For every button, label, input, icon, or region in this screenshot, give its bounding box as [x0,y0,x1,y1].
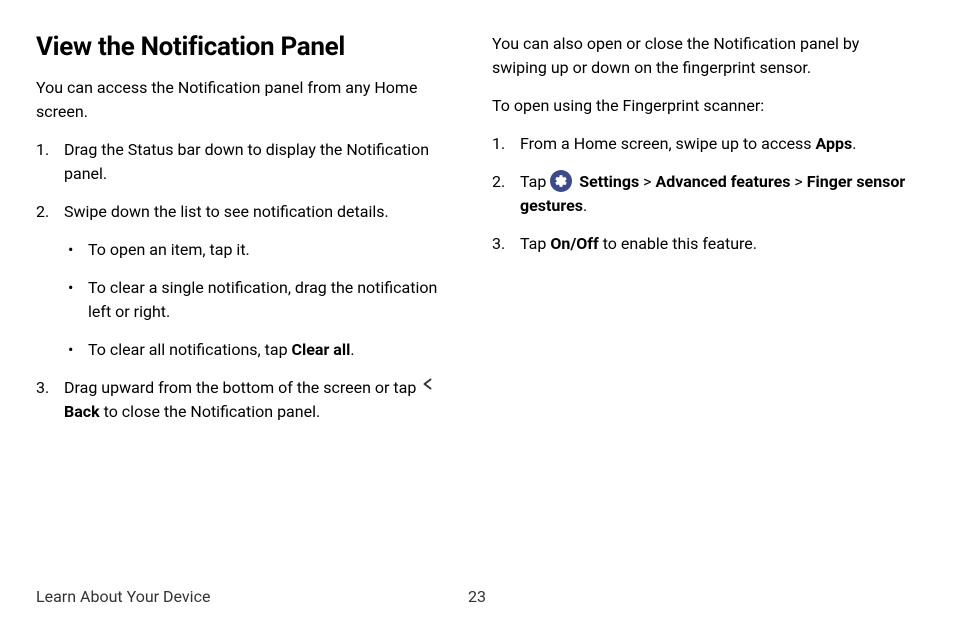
r-step-3-prefix: Tap [520,234,550,253]
bullet-clear-all-prefix: To clear all notifications, tap [88,340,292,359]
apps-label: Apps [816,134,853,153]
right-column: You can also open or close the Notificat… [492,32,918,438]
r-step-2: Tap Settings > Advanced features > Finge… [492,170,918,218]
right-subintro: To open using the Fingerprint scanner: [492,94,918,118]
bullet-clear-all: To clear all notifications, tap Clear al… [64,338,462,362]
right-intro: You can also open or close the Notificat… [492,32,918,80]
step-2-text: Swipe down the list to see notification … [64,202,389,221]
step-3-prefix: Drag upward from the bottom of the scree… [64,378,420,397]
page-heading: View the Notification Panel [36,32,462,62]
clear-all-label: Clear all [292,340,351,359]
settings-icon [550,170,572,192]
back-icon [420,375,438,400]
separator-2: > [790,172,806,191]
r-step-2-suffix: . [583,196,587,215]
r-step-3-suffix: to enable this feature. [599,234,757,253]
on-off-label: On/Off [550,234,598,253]
footer-section-title: Learn About Your Device [36,587,210,606]
back-label: Back [64,402,100,421]
footer-page-number: 23 [468,587,486,606]
bullet-clear-all-suffix: . [350,340,354,359]
bullet-clear-single: To clear a single notification, drag the… [64,276,462,324]
left-column: View the Notification Panel You can acce… [36,32,462,438]
r-step-1-prefix: From a Home screen, swipe up to access [520,134,816,153]
step-3: Drag upward from the bottom of the scree… [36,376,462,424]
sub-bullets: To open an item, tap it. To clear a sing… [64,238,462,362]
advanced-features-label: Advanced features [656,172,791,191]
intro-text: You can access the Notification panel fr… [36,76,462,124]
step-3-suffix: to close the Notification panel. [100,402,321,421]
page-footer: Learn About Your Device 23 [36,587,918,606]
r-step-3: Tap On/Off to enable this feature. [492,232,918,256]
r-step-2-prefix: Tap [520,172,550,191]
step-1: Drag the Status bar down to display the … [36,138,462,186]
r-step-1: From a Home screen, swipe up to access A… [492,132,918,156]
step-2: Swipe down the list to see notification … [36,200,462,362]
steps-list-right: From a Home screen, swipe up to access A… [492,132,918,256]
steps-list-left: Drag the Status bar down to display the … [36,138,462,424]
bullet-open-item: To open an item, tap it. [64,238,462,262]
r-step-1-suffix: . [852,134,856,153]
separator-1: > [639,172,655,191]
settings-label: Settings [579,172,639,191]
